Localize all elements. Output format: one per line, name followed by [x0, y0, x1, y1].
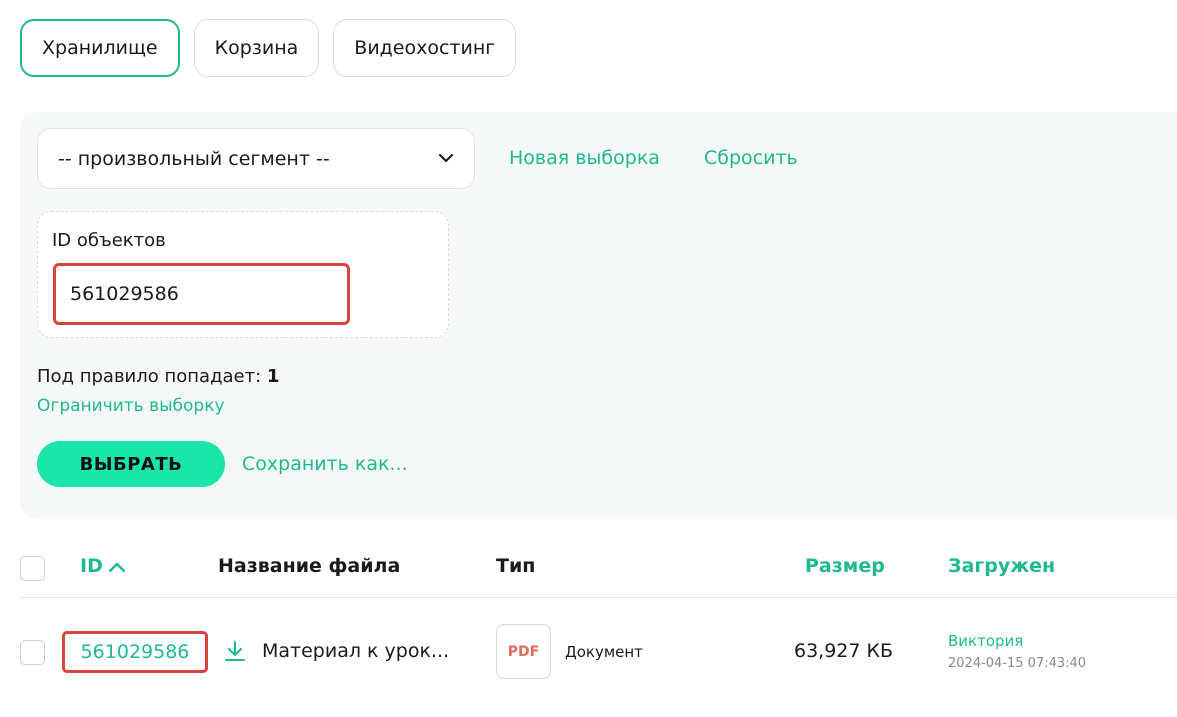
- segment-select[interactable]: -- произвольный сегмент --: [37, 128, 475, 189]
- new-selection-link[interactable]: Новая выборка: [509, 147, 660, 169]
- segment-select-value: -- произвольный сегмент --: [58, 147, 330, 170]
- reset-link[interactable]: Сбросить: [704, 147, 798, 169]
- column-id-header[interactable]: ID: [80, 555, 126, 577]
- uploader-link[interactable]: Виктория: [948, 632, 1023, 650]
- filter-panel: -- произвольный сегмент -- Новая выборка…: [20, 112, 1177, 518]
- tab-storage[interactable]: Хранилище: [20, 19, 180, 77]
- match-count: Под правило попадает: 1: [37, 366, 279, 387]
- download-icon[interactable]: [223, 639, 247, 663]
- row-id-link[interactable]: 561029586: [62, 631, 208, 673]
- upload-timestamp: 2024-04-15 07:43:40: [948, 656, 1087, 671]
- pdf-icon-label: PDF: [507, 643, 540, 660]
- file-size: 63,927 КБ: [794, 640, 894, 662]
- tab-video-hosting[interactable]: Видеохостинг: [333, 19, 517, 77]
- column-uploaded-header[interactable]: Загружен: [948, 555, 1055, 577]
- chevron-down-icon: [438, 151, 454, 167]
- table-header: ID Название файла Тип Размер Загружен: [20, 546, 1177, 598]
- column-type-header: Тип: [496, 555, 536, 577]
- object-id-filter: ID объектов: [37, 211, 449, 338]
- tabs-bar: Хранилище Корзина Видеохостинг: [20, 19, 517, 77]
- object-id-label: ID объектов: [52, 230, 166, 251]
- select-button[interactable]: ВЫБРАТЬ: [37, 441, 225, 487]
- object-id-input[interactable]: [53, 263, 350, 325]
- pdf-icon: PDF: [496, 624, 551, 679]
- match-count-label: Под правило попадает:: [37, 366, 262, 387]
- tab-trash[interactable]: Корзина: [193, 19, 320, 77]
- save-as-link[interactable]: Сохранить как...: [242, 453, 408, 475]
- column-id-label: ID: [80, 555, 103, 577]
- column-size-header[interactable]: Размер: [805, 555, 885, 577]
- select-all-checkbox[interactable]: [20, 556, 45, 581]
- chevron-up-icon: [108, 555, 126, 577]
- file-type-label: Документ: [565, 643, 643, 661]
- match-count-value: 1: [266, 366, 280, 387]
- table-row: 561029586 Материал к урок... PDF Докумен…: [20, 608, 1177, 698]
- row-checkbox[interactable]: [20, 640, 45, 665]
- limit-selection-link[interactable]: Ограничить выборку: [37, 396, 225, 416]
- file-name-link[interactable]: Материал к урок...: [262, 640, 449, 662]
- column-name-header: Название файла: [218, 555, 401, 577]
